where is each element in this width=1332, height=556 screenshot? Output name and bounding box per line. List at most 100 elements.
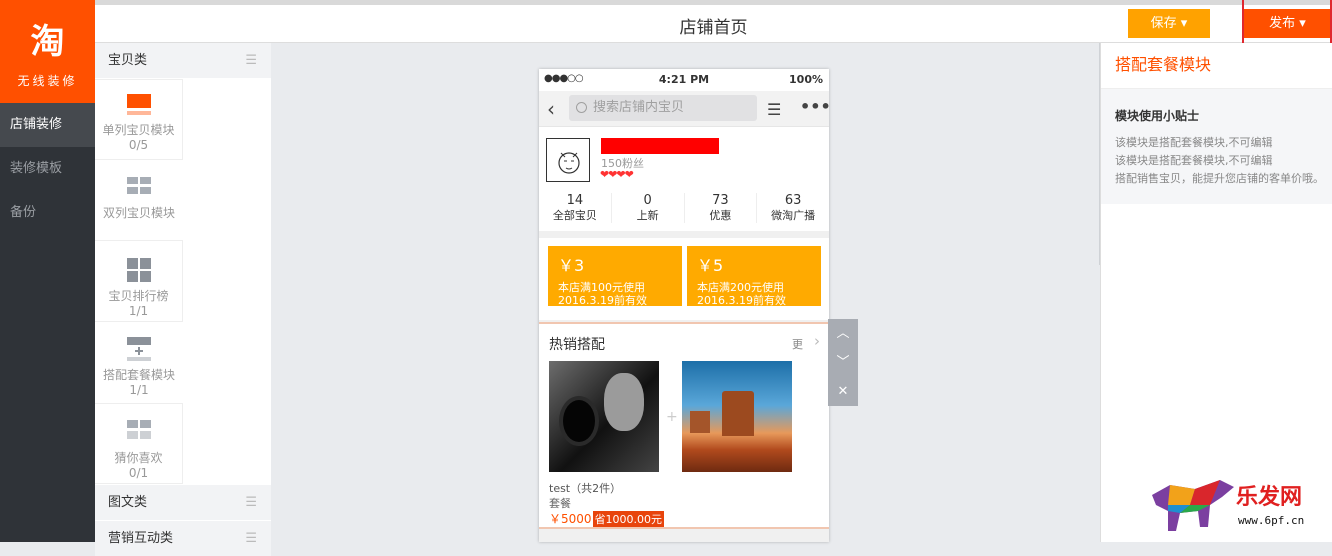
- back-icon[interactable]: ‹: [547, 97, 555, 121]
- more-link[interactable]: 更: [792, 336, 803, 352]
- module-label: 宝贝排行榜: [108, 289, 169, 303]
- photo-lens: [559, 396, 599, 446]
- product-image-camera[interactable]: [549, 361, 659, 472]
- bundle-price: ￥5000 省1000.00元: [549, 510, 665, 527]
- hot-bundle-module[interactable]: 热销搭配 更 › + test（共2件） 套餐 ￥5000 省1000.00元: [539, 322, 829, 529]
- tip-line: 该模块是搭配套餐模块,不可编辑: [1115, 154, 1273, 167]
- tips-box: 模块使用小贴士 该模块是搭配套餐模块,不可编辑 该模块是搭配套餐模块,不可编辑 …: [1101, 89, 1332, 204]
- nav-item-backup[interactable]: 备份: [0, 191, 95, 235]
- single-column-icon: [126, 94, 151, 115]
- shop-stats: 14 全部宝贝 0 上新 73 优惠 63 微淘广播: [539, 193, 829, 223]
- module-title: 热销搭配: [549, 337, 605, 353]
- drag-handle-icon[interactable]: ☰: [245, 521, 257, 556]
- watermark-text: 乐发网: [1236, 484, 1303, 510]
- stat-number: 14: [566, 193, 584, 208]
- stat-number: 0: [643, 193, 652, 208]
- photo-butte-small: [690, 411, 710, 433]
- plus-icon: +: [666, 409, 678, 425]
- coupon-desc: 本店满100元使用 2016.3.19前有效: [558, 281, 647, 306]
- category-label: 营销互动类: [108, 531, 174, 546]
- module-count: 1/1: [129, 383, 149, 397]
- bundle-title: test（共2件）: [549, 482, 622, 495]
- module-label: 双列宝贝模块: [102, 206, 175, 220]
- shop-avatar[interactable]: [546, 138, 590, 182]
- stat-label: 全部宝贝: [552, 209, 597, 222]
- list-icon[interactable]: ☰: [767, 100, 781, 119]
- drag-handle-icon[interactable]: ☰: [245, 485, 257, 520]
- left-nav: 淘 无线装修 店铺装修 装修模板 备份: [0, 0, 95, 542]
- guess-icon: [126, 420, 151, 439]
- category-header-items[interactable]: 宝贝类 ☰: [95, 43, 271, 78]
- coupon-expiry: 2016.3.19前有效: [558, 294, 647, 306]
- search-input[interactable]: 搜索店铺内宝贝: [569, 95, 757, 121]
- logo-subtitle: 无线装修: [17, 74, 78, 88]
- product-image-landscape[interactable]: [682, 361, 792, 472]
- bundle-icon: [127, 337, 151, 361]
- photo-face: [604, 373, 644, 431]
- more-icon[interactable]: •••: [800, 97, 829, 116]
- nav-item-shop-decoration[interactable]: 店铺装修: [0, 103, 95, 147]
- watermark: 乐发网 www.6pf.cn: [1150, 475, 1332, 542]
- module-count: 1/1: [128, 304, 149, 318]
- status-time: 4:21 PM: [658, 73, 710, 86]
- stat-label: 微淘广播: [771, 209, 816, 222]
- move-down-icon[interactable]: ﹀: [828, 348, 858, 377]
- module-count: 0/5: [128, 138, 149, 152]
- module-toolbar: ︿ ﹀ ✕: [828, 319, 858, 406]
- watermark-url: www.6pf.cn: [1238, 514, 1305, 527]
- stat-discounts[interactable]: 73 优惠: [685, 193, 758, 223]
- bundle-subtitle: 套餐: [549, 497, 571, 510]
- module-ranking[interactable]: 宝贝排行榜 1/1: [95, 240, 183, 322]
- chevron-right-icon[interactable]: ›: [814, 332, 820, 350]
- tip-line: 搭配销售宝贝，能提升您店铺的客单价哦。: [1115, 172, 1324, 185]
- photo-butte: [722, 391, 754, 436]
- module-guess-you-like[interactable]: 猜你喜欢 0/1: [95, 403, 183, 484]
- drag-handle-icon[interactable]: ☰: [245, 43, 257, 78]
- tip-line: 该模块是搭配套餐模块,不可编辑: [1115, 136, 1273, 149]
- coupon-amount: ￥3: [558, 256, 585, 275]
- bull-logo-icon: [1152, 480, 1234, 531]
- category-header-graphic[interactable]: 图文类 ☰: [95, 485, 271, 520]
- ranking-icon: [126, 258, 151, 282]
- module-label: 猜你喜欢: [114, 451, 163, 465]
- stat-broadcast[interactable]: 63 微淘广播: [757, 193, 829, 223]
- coupon-section: ￥3 本店满100元使用 2016.3.19前有效 ￥5 本店满200元使用 2…: [539, 238, 829, 320]
- double-column-icon: [127, 177, 151, 194]
- coupon-desc: 本店满200元使用 2016.3.19前有效: [697, 281, 786, 306]
- stat-label: 上新: [636, 209, 659, 222]
- stat-all-items[interactable]: 14 全部宝贝: [539, 193, 612, 223]
- coupon-card[interactable]: ￥5 本店满200元使用 2016.3.19前有效: [687, 246, 821, 306]
- phone-preview: ●●●○○ 4:21 PM 100% ‹ 搜索店铺内宝贝 ☰ ••• 150粉丝…: [539, 69, 829, 542]
- nav-item-templates[interactable]: 装修模板: [0, 147, 95, 191]
- module-bundle[interactable]: 搭配套餐模块 1/1: [95, 323, 183, 403]
- battery-text: 100%: [789, 73, 823, 86]
- save-badge: 省1000.00元: [592, 511, 665, 527]
- category-header-marketing[interactable]: 营销互动类 ☰: [95, 521, 271, 556]
- tips-title: 模块使用小贴士: [1115, 109, 1200, 123]
- properties-panel: 搭配套餐模块 模块使用小贴士 该模块是搭配套餐模块,不可编辑 该模块是搭配套餐模…: [1100, 43, 1332, 542]
- coupon-condition: 本店满200元使用: [697, 281, 784, 294]
- save-button[interactable]: 保存 ▾: [1128, 9, 1210, 38]
- coupon-condition: 本店满100元使用: [558, 281, 645, 294]
- module-single-column[interactable]: 单列宝贝模块 0/5: [95, 79, 183, 160]
- taobao-logo: 淘 无线装修: [0, 0, 95, 103]
- coupon-amount: ￥5: [697, 256, 724, 275]
- delete-icon[interactable]: ✕: [828, 377, 858, 406]
- stat-label: 优惠: [709, 209, 732, 222]
- coupon-card[interactable]: ￥3 本店满100元使用 2016.3.19前有效: [548, 246, 682, 306]
- search-icon: [576, 102, 587, 113]
- module-panel: 宝贝类 ☰ 单列宝贝模块 0/5 双列宝贝模块 宝贝排行榜 1/1 搭配套餐模块…: [95, 43, 271, 556]
- move-up-icon[interactable]: ︿: [828, 319, 858, 348]
- module-label: 搭配套餐模块: [102, 368, 175, 382]
- module-double-column[interactable]: 双列宝贝模块: [95, 161, 183, 240]
- category-label: 图文类: [108, 495, 148, 510]
- stat-new[interactable]: 0 上新: [612, 193, 685, 223]
- coupon-expiry: 2016.3.19前有效: [697, 294, 786, 306]
- price-value: ￥5000: [549, 512, 592, 526]
- avatar-icon: [558, 152, 580, 174]
- publish-button[interactable]: 发布 ▾: [1243, 9, 1332, 38]
- logo-glyph: 淘: [30, 22, 65, 62]
- shop-header: 150粉丝 ❤❤❤❤ 14 全部宝贝 0 上新 73 优惠 63 微淘广播: [539, 127, 829, 231]
- rating-hearts: ❤❤❤❤: [600, 168, 634, 181]
- search-bar: ‹ 搜索店铺内宝贝 ☰ •••: [539, 91, 829, 127]
